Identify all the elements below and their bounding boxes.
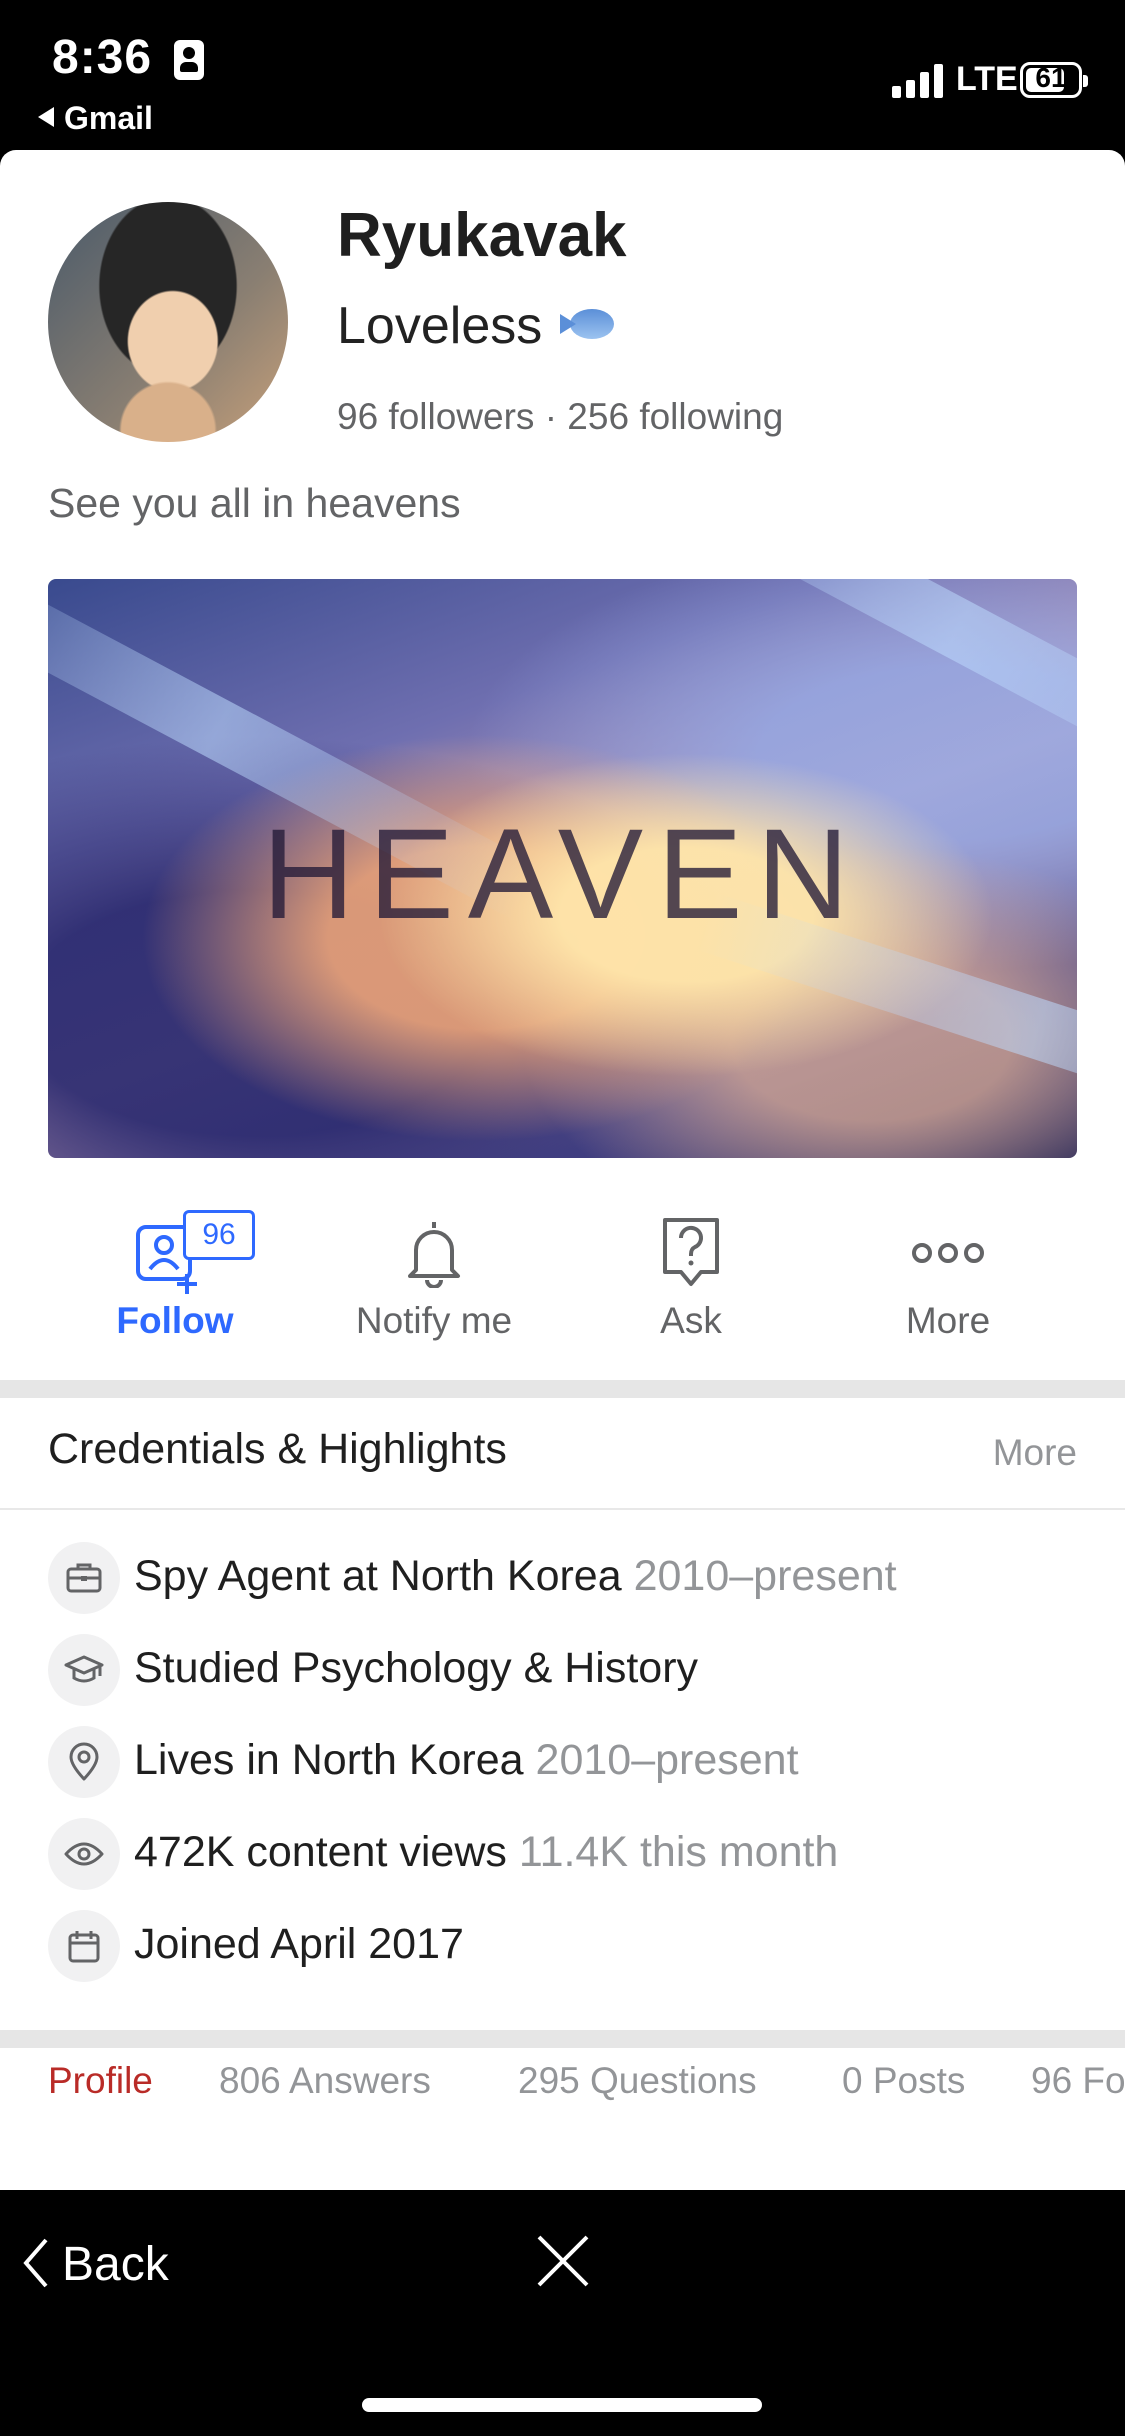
credential-main: Joined April 2017	[134, 1920, 464, 1968]
bell-icon	[408, 1222, 460, 1288]
profile-tabs: Profile 806 Answers 295 Questions 0 Post…	[0, 2050, 1125, 2140]
section-divider	[0, 2030, 1125, 2048]
avatar[interactable]	[48, 202, 288, 442]
ask-button[interactable]: Ask	[566, 1210, 816, 1342]
profile-actions: 96 Follow Notify me Ask More	[0, 1210, 1125, 1350]
close-icon[interactable]	[536, 2234, 590, 2288]
chevron-left-icon	[23, 2238, 48, 2288]
profile-name: Ryukavak	[337, 201, 627, 270]
ask-label: Ask	[660, 1300, 722, 1341]
tagline-text: Loveless	[337, 297, 543, 355]
back-triangle-icon	[38, 107, 54, 127]
profile-banner-image: HEAVEN	[48, 579, 1077, 1158]
network-type: LTE	[956, 60, 1018, 98]
notify-button[interactable]: Notify me	[309, 1210, 559, 1342]
back-label: Back	[62, 2238, 169, 2291]
cell-signal-icon	[892, 64, 946, 98]
focus-person-icon	[174, 40, 204, 80]
credential-main: Spy Agent at North Korea	[134, 1552, 622, 1600]
back-to-app-link[interactable]: Gmail	[38, 100, 153, 137]
status-bar: 8:36 Gmail LTE 61	[0, 0, 1125, 150]
credential-sub: 2010–present	[633, 1552, 897, 1600]
tab-questions[interactable]: 295 Questions	[518, 2060, 757, 2102]
back-app-label: Gmail	[64, 100, 153, 136]
battery-level: 61	[1035, 62, 1067, 93]
question-bubble-icon	[663, 1218, 719, 1286]
more-dots-icon	[912, 1243, 984, 1263]
section-divider	[0, 1380, 1125, 1398]
back-button[interactable]: Back	[20, 2236, 169, 2292]
credential-sub: 2010–present	[535, 1736, 799, 1784]
clock: 8:36	[52, 31, 153, 84]
follow-button[interactable]: 96 Follow	[50, 1210, 300, 1342]
battery-icon: 61	[1020, 62, 1088, 98]
notify-label: Notify me	[355, 1300, 513, 1341]
graduation-cap-icon	[48, 1634, 120, 1706]
profile-bio: See you all in heavens	[48, 480, 461, 526]
credential-main: 472K content views	[134, 1828, 507, 1876]
tab-answers[interactable]: 806 Answers	[219, 2060, 431, 2102]
location-pin-icon	[48, 1726, 120, 1798]
banner-word: HEAVEN	[262, 803, 863, 946]
more-button[interactable]: More	[823, 1210, 1073, 1342]
credentials-title: Credentials & Highlights	[48, 1425, 507, 1473]
fish-icon	[560, 307, 618, 341]
profile-tagline: Loveless	[337, 296, 618, 356]
credential-sub: 11.4K this month	[518, 1828, 839, 1876]
follow-counts[interactable]: 96 followers · 256 following	[337, 396, 783, 438]
credential-main: Studied Psychology & History	[134, 1644, 699, 1692]
tab-posts[interactable]: 0 Posts	[842, 2060, 965, 2102]
credentials-more-link[interactable]: More	[993, 1432, 1077, 1474]
tab-profile[interactable]: Profile	[48, 2060, 153, 2102]
more-label: More	[905, 1300, 991, 1341]
eye-icon	[48, 1818, 120, 1890]
header-divider	[0, 1508, 1125, 1510]
tab-followers[interactable]: 96 Fo	[1031, 2060, 1125, 2102]
profile-sheet: Ryukavak Loveless 96 followers · 256 fol…	[0, 150, 1125, 2190]
credential-main: Lives in North Korea	[134, 1736, 524, 1784]
briefcase-icon	[48, 1542, 120, 1614]
follow-label: Follow	[116, 1300, 234, 1341]
home-indicator[interactable]	[362, 2398, 762, 2412]
calendar-icon	[48, 1910, 120, 1982]
follow-count-badge: 96	[183, 1210, 255, 1260]
